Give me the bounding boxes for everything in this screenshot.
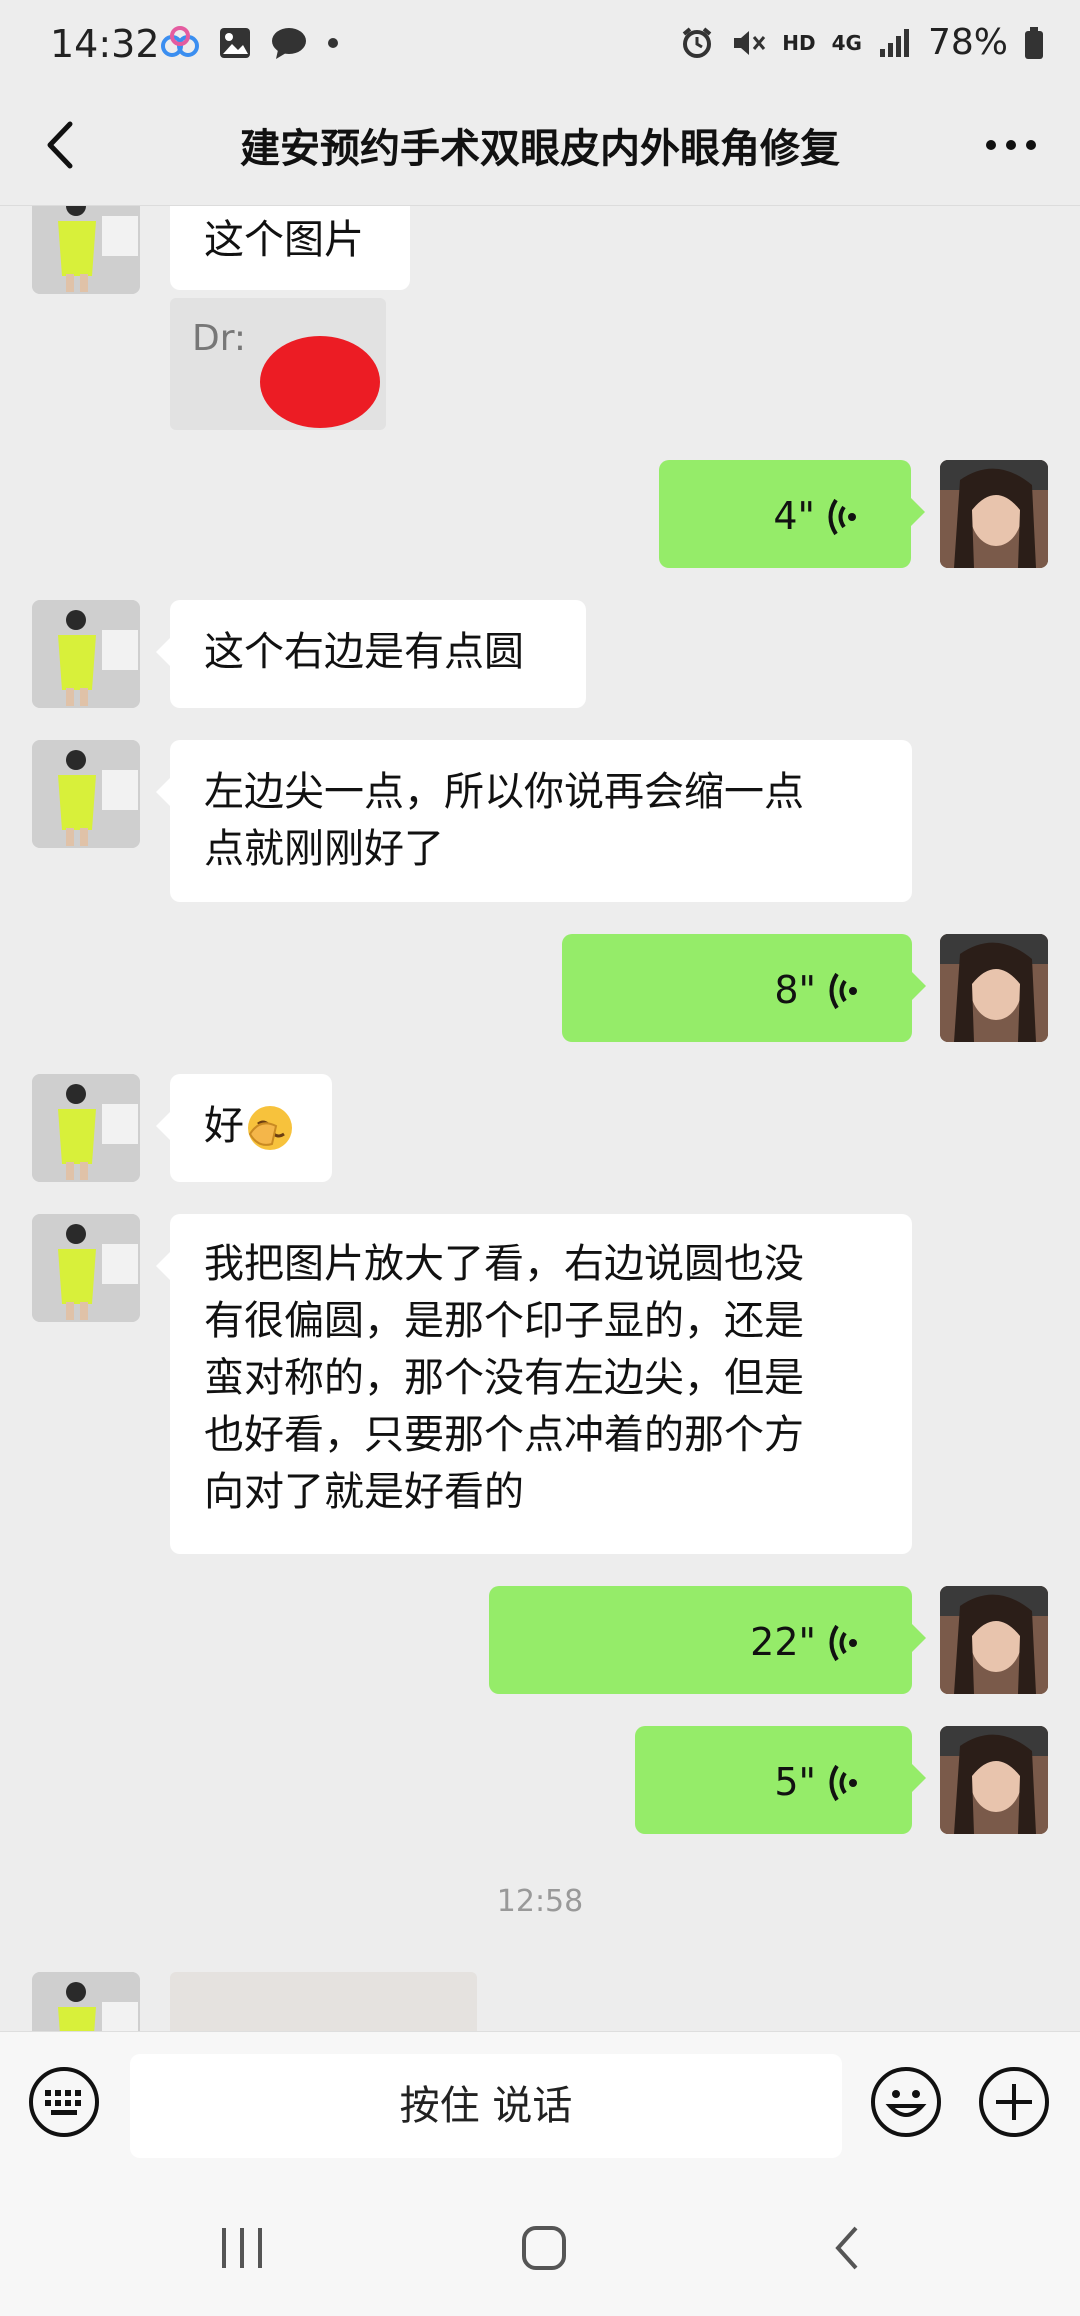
my-avatar[interactable] <box>940 1726 1048 1834</box>
back-nav-icon[interactable] <box>818 2218 878 2278</box>
voice-message-sent[interactable]: 8" <box>562 934 926 1042</box>
message-line: 向对了就是好看的 <box>204 1469 524 1515</box>
message-bubble-received[interactable]: 这个右边是有点圆 <box>156 600 586 708</box>
voice-wave-icon <box>829 1624 857 1661</box>
message-bubble-received[interactable]: 好 <box>156 1074 332 1182</box>
voice-message-sent[interactable]: 5" <box>635 1726 926 1834</box>
voice-duration: 22" <box>750 1620 816 1664</box>
message-list[interactable]: 这个图片 Dr: 4" 这个右边是有点圆 左边尖一点，所以你说再会缩一点 点就刚… <box>0 206 1080 2031</box>
voice-wave-icon <box>829 1764 857 1801</box>
my-avatar[interactable] <box>940 1586 1048 1694</box>
contact-avatar[interactable] <box>32 1214 140 1322</box>
system-nav-bar <box>0 2172 1080 2316</box>
message-text: 这个图片 <box>204 217 364 263</box>
message-text: 这个右边是有点圆 <box>204 629 524 675</box>
hd-indicator: HD <box>782 30 816 55</box>
contact-avatar[interactable] <box>32 1972 140 2031</box>
voice-wave-icon <box>829 972 857 1009</box>
keyboard-icon[interactable] <box>28 2066 100 2138</box>
message-timestamp: 12:58 <box>496 1884 584 1919</box>
contact-avatar[interactable] <box>32 1074 140 1182</box>
contact-avatar[interactable] <box>32 206 140 294</box>
recent-apps-icon[interactable] <box>212 2218 272 2278</box>
alarm-icon <box>683 26 712 58</box>
contact-avatar[interactable] <box>32 600 140 708</box>
message-line: 点就刚刚好了 <box>204 826 444 872</box>
my-avatar[interactable] <box>940 460 1048 568</box>
message-icon <box>272 28 306 59</box>
voice-duration: 5" <box>774 1760 816 1804</box>
chat-title: 建安预约手术双眼皮内外眼角修复 <box>240 126 840 172</box>
signal-icon <box>879 28 909 57</box>
message-bubble-received[interactable]: 我把图片放大了看，右边说圆也没 有很偏圆，是那个印子显的，还是 蛮对称的，那个没… <box>156 1214 912 1554</box>
status-bar: 14:32 HD 4G 78% <box>0 0 1080 90</box>
plus-icon[interactable] <box>978 2066 1050 2138</box>
battery-icon <box>1025 26 1043 59</box>
mute-icon <box>734 30 766 55</box>
voice-message-sent[interactable]: 4" <box>659 460 925 568</box>
voice-wave-icon <box>828 498 856 535</box>
redaction-mark-icon <box>260 336 380 428</box>
more-options-icon[interactable] <box>976 110 1046 180</box>
facepalm-emoji-icon <box>248 1106 292 1150</box>
battery-percent: 78% <box>927 22 1008 63</box>
voice-duration: 4" <box>773 494 815 538</box>
message-line: 蛮对称的，那个没有左边尖，但是 <box>204 1355 804 1401</box>
message-line: 我把图片放大了看，右边说圆也没 <box>204 1241 804 1287</box>
contact-avatar[interactable] <box>32 740 140 848</box>
chat-header: 建安预约手术双眼皮内外眼角修复 <box>0 90 1080 206</box>
message-bubble-received[interactable]: 这个图片 <box>170 206 410 290</box>
home-icon[interactable] <box>514 2218 574 2278</box>
gallery-icon <box>220 28 250 58</box>
status-time: 14:32 <box>50 22 160 66</box>
network-type: 4G <box>831 30 862 55</box>
voice-message-sent[interactable]: 22" <box>489 1586 926 1694</box>
image-message[interactable] <box>170 1972 477 2031</box>
notification-dot-icon <box>328 38 338 48</box>
voice-duration: 8" <box>774 968 816 1012</box>
input-bar: 按住 说话 <box>0 2031 1080 2172</box>
hold-to-talk-button[interactable]: 按住 说话 <box>130 2054 842 2158</box>
message-line: 也好看，只要那个点冲着的那个方 <box>204 1412 804 1458</box>
message-line: 左边尖一点，所以你说再会缩一点 <box>204 769 804 815</box>
image-message[interactable]: Dr: <box>170 298 386 430</box>
emoji-icon[interactable] <box>870 2066 942 2138</box>
cloud-app-icon <box>161 26 199 57</box>
message-text: 好 <box>204 1103 244 1149</box>
message-bubble-received[interactable]: 左边尖一点，所以你说再会缩一点 点就刚刚好了 <box>156 740 912 902</box>
message-line: 有很偏圆，是那个印子显的，还是 <box>204 1298 804 1344</box>
my-avatar[interactable] <box>940 934 1048 1042</box>
image-caption: Dr: <box>192 318 247 359</box>
